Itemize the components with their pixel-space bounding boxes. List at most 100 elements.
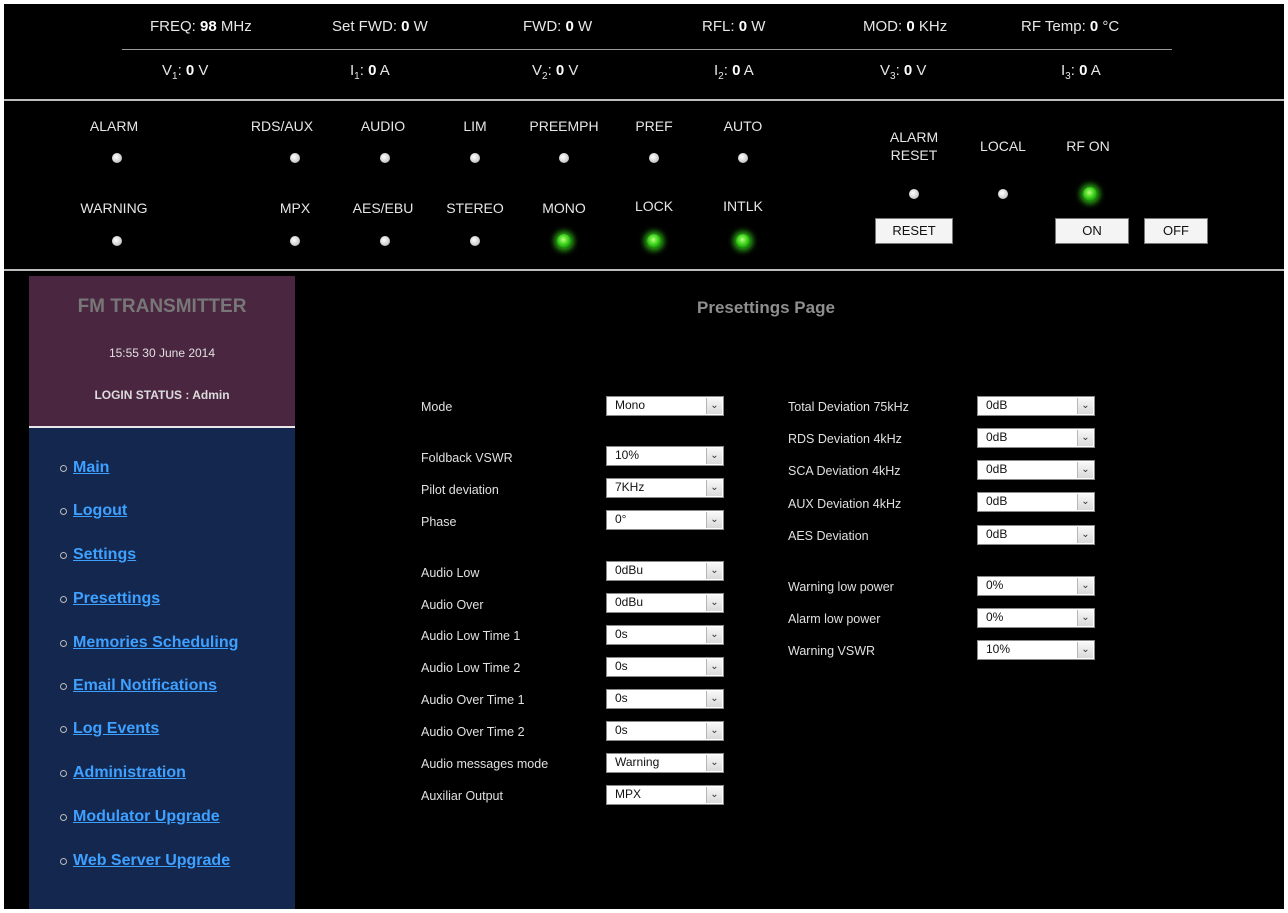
alarm-low-power-select[interactable]: 0% ⌄: [977, 608, 1095, 628]
rf-off-button[interactable]: OFF: [1144, 218, 1208, 244]
audio-low-time-2-select[interactable]: 0s ⌄: [606, 657, 724, 677]
sidebar-item-web-server-upgrade: Web Server Upgrade: [60, 852, 230, 870]
chevron-down-icon: ⌄: [706, 563, 722, 579]
sidebar-item-memories-scheduling: Memories Scheduling: [60, 634, 238, 652]
chevron-down-icon: ⌄: [1077, 527, 1093, 543]
sidebar-item-presettings: Presettings: [60, 590, 160, 608]
sidebar-item-email-notifications: Email Notifications: [60, 677, 217, 695]
preemph-label: PREEMPH: [529, 118, 599, 134]
nav-link-web-server-upgrade[interactable]: Web Server Upgrade: [73, 852, 230, 869]
field-label-aux-deviation: AUX Deviation 4kHz: [788, 497, 902, 511]
audio-led: [380, 153, 390, 163]
bullet-icon: [60, 551, 67, 559]
chevron-down-icon: ⌄: [706, 480, 722, 496]
audio-messages-mode-select-value: Warning: [615, 755, 660, 769]
chevron-down-icon: ⌄: [1077, 430, 1093, 446]
audio-low-time-1-select-value: 0s: [615, 627, 628, 641]
nav-link-presettings[interactable]: Presettings: [73, 590, 160, 607]
field-label-auxiliar-output: Auxiliar Output: [421, 789, 503, 803]
nav-link-log-events[interactable]: Log Events: [73, 720, 159, 737]
chevron-down-icon: ⌄: [706, 723, 722, 739]
alarm-low-power-select-value: 0%: [986, 610, 1004, 624]
audio-over-time-2-select-value: 0s: [615, 723, 628, 737]
chevron-down-icon: ⌄: [1077, 610, 1093, 626]
field-label-audio-over-time-1: Audio Over Time 1: [421, 693, 525, 707]
sidebar-item-modulator-upgrade: Modulator Upgrade: [60, 808, 220, 826]
mono-label: MONO: [542, 200, 586, 216]
field-label-phase: Phase: [421, 515, 457, 529]
nav-link-settings[interactable]: Settings: [73, 546, 136, 563]
aes-ebu-label: AES/EBU: [352, 200, 414, 216]
audio-low-select[interactable]: 0dBu ⌄: [606, 561, 724, 581]
reset-button[interactable]: RESET: [875, 218, 953, 244]
sidebar-item-log-events: Log Events: [60, 720, 159, 738]
i3-readout: I3: 0 A: [1061, 62, 1101, 82]
foldback-vswr-select-value: 10%: [615, 448, 640, 462]
warning-vswr-select[interactable]: 10% ⌄: [977, 640, 1095, 660]
auxiliar-output-select[interactable]: MPX ⌄: [606, 785, 724, 805]
phase-select-value: 0°: [615, 512, 627, 526]
rf-on-button[interactable]: ON: [1055, 218, 1129, 244]
nav-link-memories-scheduling[interactable]: Memories Scheduling: [73, 634, 238, 651]
chevron-down-icon: ⌄: [1077, 494, 1093, 510]
nav-link-administration[interactable]: Administration: [73, 764, 186, 781]
pref-led: [649, 153, 659, 163]
v3-readout: V3: 0 V: [880, 62, 927, 82]
field-label-audio-over: Audio Over: [421, 598, 484, 612]
audio-over-select-value: 0dBu: [615, 595, 644, 609]
chevron-down-icon: ⌄: [706, 512, 722, 528]
nav-link-main[interactable]: Main: [73, 459, 109, 476]
auxiliar-output-select-value: MPX: [615, 787, 642, 801]
chevron-down-icon: ⌄: [706, 659, 722, 675]
auto-label: AUTO: [723, 118, 763, 134]
audio-messages-mode-select[interactable]: Warning ⌄: [606, 753, 724, 773]
nav-link-email-notifications[interactable]: Email Notifications: [73, 677, 217, 694]
alarm-label: ALARM: [89, 118, 139, 134]
header-divider: [122, 49, 1172, 50]
warning-led: [112, 236, 122, 246]
phase-select[interactable]: 0° ⌄: [606, 510, 724, 530]
audio-over-select[interactable]: 0dBu ⌄: [606, 593, 724, 613]
chevron-down-icon: ⌄: [706, 627, 722, 643]
bullet-icon: [60, 682, 67, 690]
aux-deviation-select-value: 0dB: [986, 494, 1008, 508]
chevron-down-icon: ⌄: [1077, 398, 1093, 414]
chevron-down-icon: ⌄: [1077, 462, 1093, 478]
audio-low-select-value: 0dBu: [615, 563, 644, 577]
chevron-down-icon: ⌄: [706, 755, 722, 771]
audio-over-time-1-select[interactable]: 0s ⌄: [606, 689, 724, 709]
mod-readout: MOD: 0 KHz: [863, 18, 948, 35]
sidebar-item-logout: Logout: [60, 502, 127, 520]
field-label-audio-messages-mode: Audio messages mode: [421, 757, 549, 771]
rds-aux-led: [290, 153, 300, 163]
audio-over-time-2-select[interactable]: 0s ⌄: [606, 721, 724, 741]
field-label-aes-deviation: AES Deviation: [788, 529, 869, 543]
foldback-vswr-select[interactable]: 10% ⌄: [606, 446, 724, 466]
rds-deviation-select[interactable]: 0dB ⌄: [977, 428, 1095, 448]
bullet-icon: [60, 464, 67, 472]
warning-low-power-select[interactable]: 0% ⌄: [977, 576, 1095, 596]
field-label-audio-over-time-2: Audio Over Time 2: [421, 725, 525, 739]
stereo-led: [470, 236, 480, 246]
sidebar-nav: [29, 428, 295, 909]
nav-link-logout[interactable]: Logout: [73, 502, 127, 519]
aes-deviation-select[interactable]: 0dB ⌄: [977, 525, 1095, 545]
mode-select[interactable]: Mono ⌄: [606, 396, 724, 416]
sca-deviation-select[interactable]: 0dB ⌄: [977, 460, 1095, 480]
app-frame: FREQ: 98 MHz Set FWD: 0 W FWD: 0 W RFL: …: [4, 4, 1284, 909]
lim-label: LIM: [463, 118, 487, 134]
aux-deviation-select[interactable]: 0dB ⌄: [977, 492, 1095, 512]
nav-link-modulator-upgrade[interactable]: Modulator Upgrade: [73, 808, 220, 825]
mpx-led: [290, 236, 300, 246]
bullet-icon: [60, 769, 67, 777]
bullet-icon: [60, 725, 67, 733]
total-deviation-select[interactable]: 0dB ⌄: [977, 396, 1095, 416]
intlk-label: INTLK: [723, 198, 763, 214]
chevron-down-icon: ⌄: [706, 691, 722, 707]
pilot-deviation-select[interactable]: 7KHz ⌄: [606, 478, 724, 498]
chevron-down-icon: ⌄: [706, 448, 722, 464]
field-label-alarm-low-power: Alarm low power: [788, 612, 881, 626]
warning-label: WARNING: [80, 200, 148, 216]
audio-low-time-1-select[interactable]: 0s ⌄: [606, 625, 724, 645]
local-label: LOCAL: [980, 138, 1026, 154]
